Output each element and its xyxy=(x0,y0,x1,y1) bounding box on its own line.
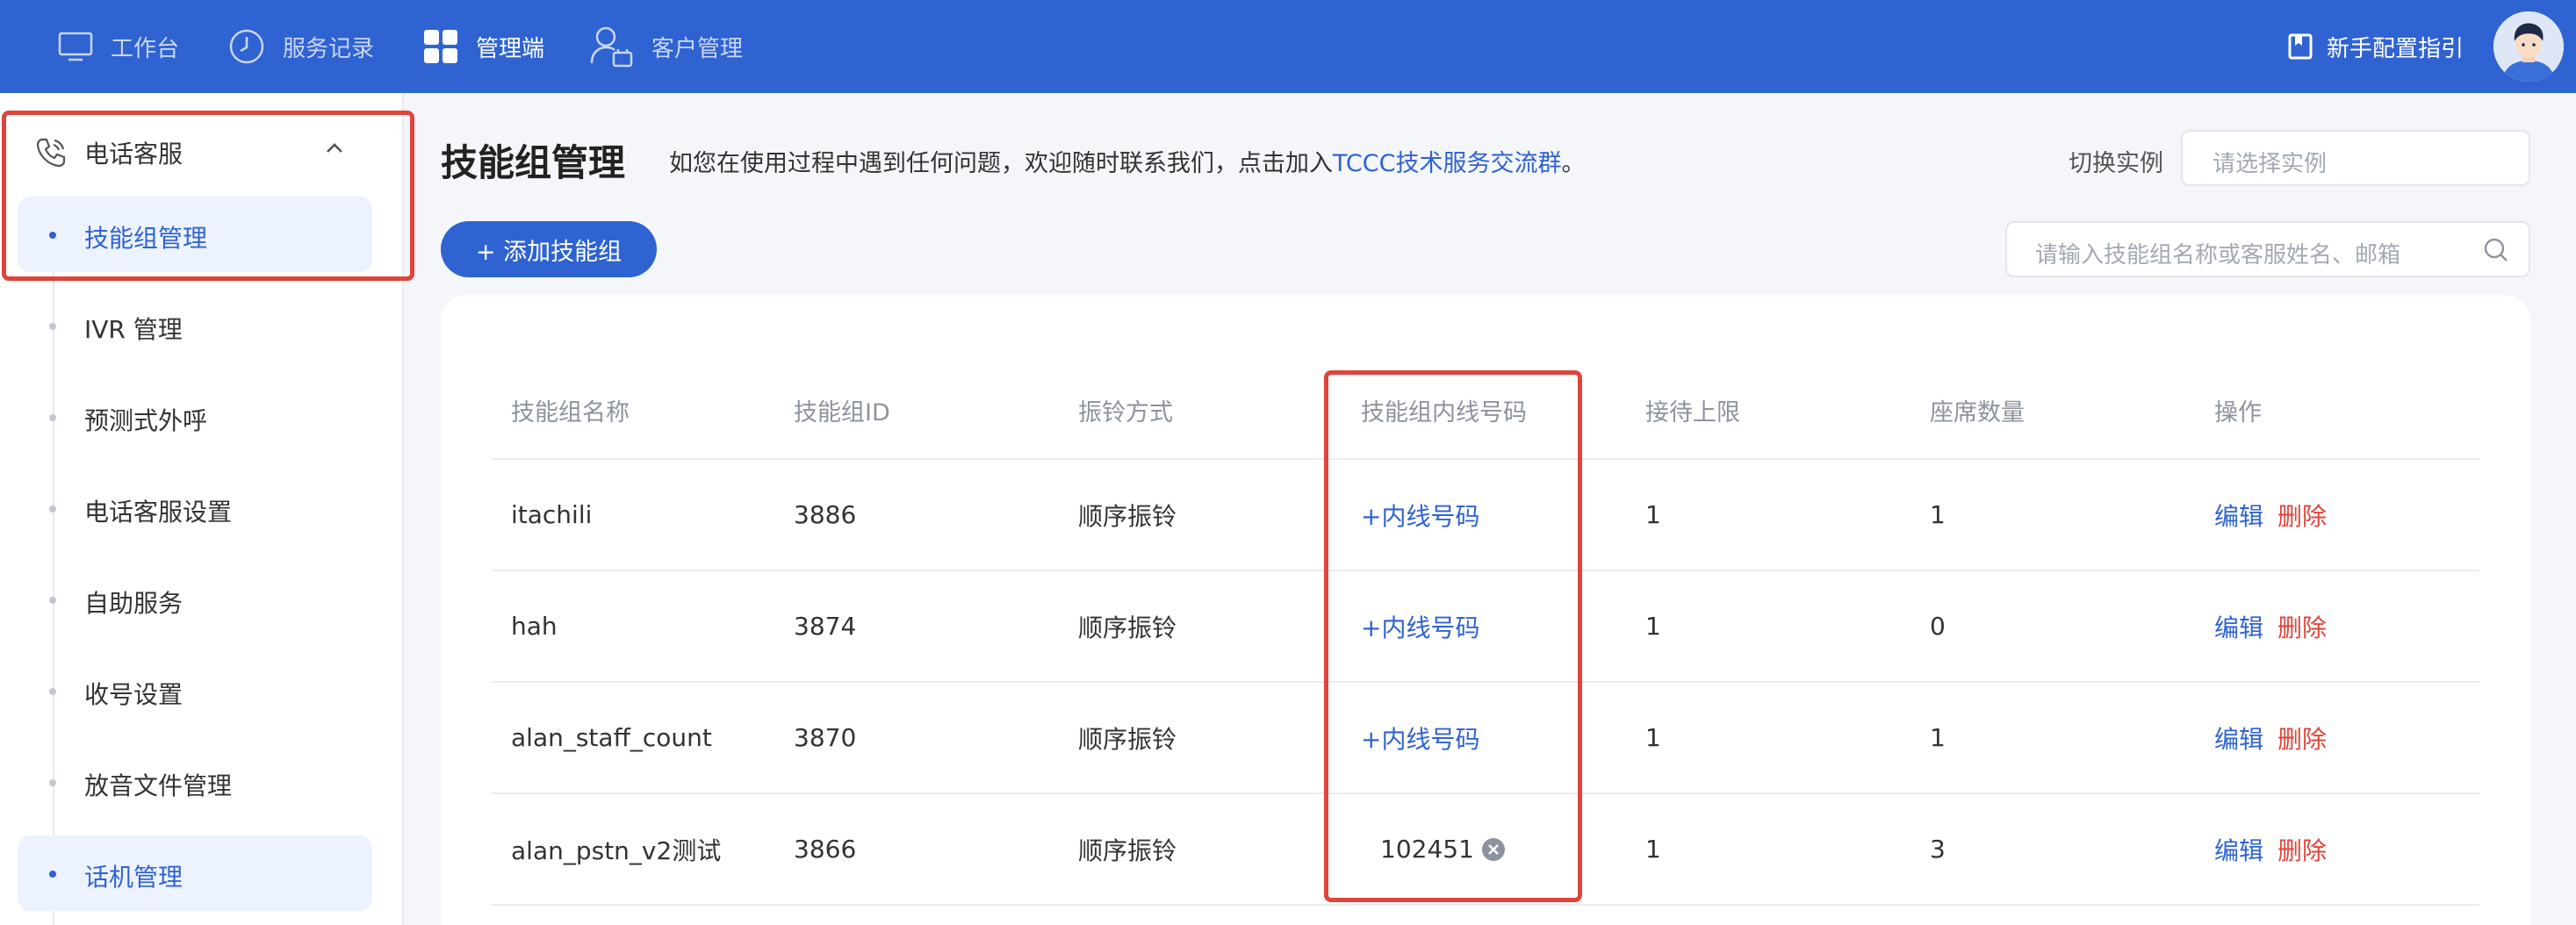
guide-link[interactable]: 新手配置指引 xyxy=(2288,0,2464,93)
sidebar-item-label: IVR 管理 xyxy=(84,315,183,344)
notice-text: 如您在使用过程中遇到任何问题，欢迎随时联系我们，点击加入 xyxy=(669,150,1333,177)
clock-icon xyxy=(228,28,265,65)
cell-seats: 1 xyxy=(1930,723,1946,752)
column-header: 接待上限 xyxy=(1645,398,1740,427)
sidebar-item-label: 预测式外呼 xyxy=(84,406,208,435)
cell-ring: 顺序振铃 xyxy=(1078,613,1177,642)
nav-item-admin[interactable]: 管理端 xyxy=(423,0,544,93)
search-icon[interactable] xyxy=(2481,235,2511,271)
cell-seats: 3 xyxy=(1930,835,1946,864)
sidebar-item-label: 收号设置 xyxy=(84,680,183,709)
sidebar-item-label: 电话客服设置 xyxy=(84,498,233,527)
sidebar-item-audio-files[interactable]: 放音文件管理 xyxy=(18,744,372,820)
cell-name: alan_staff_count xyxy=(511,723,712,752)
column-header: 技能组名称 xyxy=(511,398,630,427)
bullet xyxy=(49,779,56,786)
cell-limit: 1 xyxy=(1645,723,1661,752)
delete-link[interactable]: 删除 xyxy=(2277,721,2327,756)
column-header: 座席数量 xyxy=(1930,398,2025,427)
add-skill-group-button[interactable]: + 添加技能组 xyxy=(441,221,657,277)
cell-name: alan_pstn_v2测试 xyxy=(511,835,722,865)
cell-name: itachili xyxy=(511,500,593,529)
page-title: 技能组管理 xyxy=(441,141,626,184)
edit-link[interactable]: 编辑 xyxy=(2214,498,2263,533)
edit-link[interactable]: 编辑 xyxy=(2214,721,2263,756)
column-header: 技能组ID xyxy=(794,398,890,427)
switch-instance-label: 切换实例 xyxy=(2069,150,2163,177)
sidebar-item-phone-settings[interactable]: 电话客服设置 xyxy=(18,470,372,546)
cell-seats: 0 xyxy=(1930,612,1946,641)
delete-link[interactable]: 删除 xyxy=(2277,498,2327,533)
delete-link[interactable]: 删除 xyxy=(2277,832,2327,867)
cell-id: 3866 xyxy=(794,835,857,864)
cell-name: hah xyxy=(511,612,558,641)
nav-label: 管理端 xyxy=(476,35,545,62)
instance-select-placeholder: 请选择实例 xyxy=(2213,151,2328,177)
bullet xyxy=(49,688,56,695)
help-notice: 如您在使用过程中遇到任何问题，欢迎随时联系我们，点击加入TCCC技术服务交流群。 xyxy=(669,144,1585,178)
guide-label: 新手配置指引 xyxy=(2327,35,2464,62)
cell-id: 3886 xyxy=(794,500,857,529)
highlight-box-sidebar xyxy=(2,111,414,281)
sidebar-item-digit-collection[interactable]: 收号设置 xyxy=(18,653,372,728)
cell-id: 3870 xyxy=(794,723,857,752)
top-nav-bar: 工作台 服务记录 管理端 客户管理 新手配置指引 xyxy=(0,0,2576,93)
sidebar-item-phone-devices[interactable]: 话机管理 xyxy=(18,835,372,911)
cell-ring: 顺序振铃 xyxy=(1078,501,1177,531)
sidebar-item-ivr[interactable]: IVR 管理 xyxy=(18,288,372,363)
column-header: 操作 xyxy=(2214,398,2262,427)
cell-limit: 1 xyxy=(1645,500,1661,529)
grid-icon xyxy=(423,29,458,64)
sidebar-item-label: 放音文件管理 xyxy=(84,771,233,800)
nav-label: 工作台 xyxy=(111,35,180,62)
bullet xyxy=(49,871,56,878)
cell-id: 3874 xyxy=(794,612,857,641)
cell-actions: 编辑 删除 xyxy=(2214,794,2327,904)
cell-ring: 顺序振铃 xyxy=(1078,835,1177,865)
sidebar-item-label: 话机管理 xyxy=(84,863,183,892)
search-input[interactable]: 请输入技能组名称或客服姓名、邮箱 xyxy=(2005,221,2530,277)
nav-item-customers[interactable]: 客户管理 xyxy=(590,0,743,93)
cell-actions: 编辑 删除 xyxy=(2214,683,2327,792)
bullet xyxy=(49,506,56,513)
column-header: 振铃方式 xyxy=(1078,398,1173,427)
cell-actions: 编辑 删除 xyxy=(2214,571,2327,681)
customer-icon xyxy=(590,25,634,68)
avatar[interactable] xyxy=(2493,11,2564,82)
search-placeholder: 请输入技能组名称或客服姓名、邮箱 xyxy=(2035,242,2401,269)
bullet xyxy=(49,323,56,330)
instance-select[interactable]: 请选择实例 xyxy=(2181,130,2530,186)
bookmark-icon xyxy=(2288,33,2313,60)
cell-limit: 1 xyxy=(1645,612,1661,641)
highlight-box-extension-column xyxy=(1324,370,1582,902)
delete-link[interactable]: 删除 xyxy=(2277,609,2327,644)
nav-item-service-records[interactable]: 服务记录 xyxy=(228,0,374,93)
nav-item-workbench[interactable]: 工作台 xyxy=(58,0,179,93)
cell-limit: 1 xyxy=(1645,835,1661,864)
cell-seats: 1 xyxy=(1930,500,1946,529)
edit-link[interactable]: 编辑 xyxy=(2214,609,2263,644)
nav-label: 客户管理 xyxy=(651,35,744,62)
monitor-icon xyxy=(58,32,93,61)
bullet xyxy=(49,414,56,421)
cell-actions: 编辑 删除 xyxy=(2214,460,2327,570)
nav-label: 服务记录 xyxy=(283,35,375,62)
cell-ring: 顺序振铃 xyxy=(1078,724,1177,754)
notice-suffix: 。 xyxy=(1561,150,1586,177)
sidebar-item-predictive-dialing[interactable]: 预测式外呼 xyxy=(18,379,372,455)
community-link[interactable]: TCCC技术服务交流群 xyxy=(1333,150,1561,177)
sidebar-item-label: 自助服务 xyxy=(84,589,183,618)
sidebar-item-self-service[interactable]: 自助服务 xyxy=(18,562,372,637)
edit-link[interactable]: 编辑 xyxy=(2214,832,2263,867)
bullet xyxy=(49,597,56,604)
